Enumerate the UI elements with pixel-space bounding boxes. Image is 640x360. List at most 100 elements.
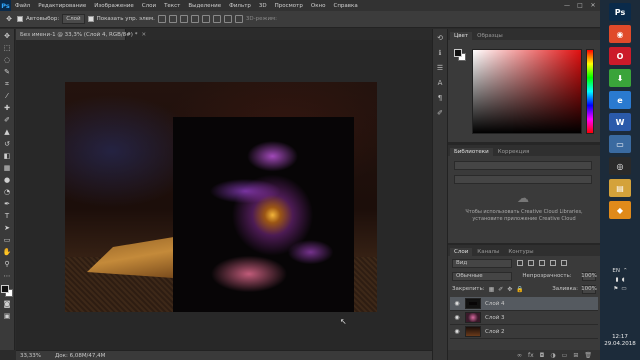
opacity-input[interactable]: 100% — [581, 271, 597, 281]
properties-icon[interactable]: ☰ — [435, 63, 445, 73]
filter-adjust-icon[interactable] — [528, 260, 534, 266]
taskbar-app-folder-icon[interactable]: ▤ — [609, 179, 631, 197]
menu-filter[interactable]: Фильтр — [225, 3, 255, 9]
tab-paths[interactable]: Контуры — [504, 248, 537, 256]
document-tab[interactable]: Без имени-1 @ 33,3% (Слой 4, RGB/8#) * ✕ — [16, 29, 146, 40]
character-icon[interactable]: A — [435, 78, 445, 88]
layer-row[interactable]: ◉ Слой 4 — [450, 297, 598, 311]
lock-paint-icon[interactable]: ✐ — [498, 286, 503, 293]
dodge-tool-icon[interactable]: ◔ — [2, 187, 12, 197]
network-icon[interactable]: ▮ — [616, 277, 619, 283]
distribute-2-icon[interactable] — [234, 15, 243, 23]
move-tool-preset-icon[interactable]: ✥ — [4, 14, 14, 24]
taskbar-app-installer-icon[interactable]: ⬇ — [609, 69, 631, 87]
menu-file[interactable]: Файл — [11, 3, 34, 9]
fx-icon[interactable]: fx — [528, 352, 534, 359]
history-icon[interactable]: ⟲ — [435, 33, 445, 43]
gradient-tool-icon[interactable]: ▦ — [2, 163, 12, 173]
menu-layers[interactable]: Слои — [138, 3, 160, 9]
color-picker-field[interactable] — [472, 49, 582, 134]
hue-slider[interactable] — [586, 49, 594, 134]
new-group-icon[interactable]: ▭ — [562, 352, 568, 359]
menu-image[interactable]: Изображение — [90, 3, 138, 9]
flag-icon[interactable]: ⚑ — [613, 286, 618, 292]
visibility-eye-icon[interactable]: ◉ — [453, 314, 461, 321]
crop-tool-icon[interactable]: ⌗ — [2, 79, 12, 89]
library-select[interactable] — [454, 161, 592, 170]
zoom-tool-icon[interactable]: ⚲ — [2, 259, 12, 269]
tab-channels[interactable]: Каналы — [473, 248, 503, 256]
tab-layers[interactable]: Слои — [450, 248, 473, 256]
brush-tool-icon[interactable]: ✐ — [2, 115, 12, 125]
menu-type[interactable]: Текст — [160, 3, 184, 9]
filter-pixel-icon[interactable] — [517, 260, 523, 266]
menu-3d[interactable]: 3D — [255, 3, 271, 9]
foreground-color[interactable] — [1, 285, 9, 293]
brushes-icon[interactable]: ✐ — [435, 108, 445, 118]
taskbar-app-ps-icon[interactable]: Ps — [609, 3, 631, 21]
type-tool-icon[interactable]: T — [2, 211, 12, 221]
fractal-light-layer[interactable] — [173, 117, 354, 312]
library-search-input[interactable] — [454, 175, 592, 184]
color-swatches[interactable] — [1, 285, 13, 297]
taskbar-app-shield-icon[interactable]: ◆ — [609, 201, 631, 219]
menu-window[interactable]: Окно — [307, 3, 330, 9]
filter-smart-icon[interactable] — [561, 260, 567, 266]
minimize-button[interactable]: — — [562, 1, 572, 9]
close-icon[interactable]: ✕ — [141, 32, 146, 38]
align-middle-icon[interactable] — [168, 15, 177, 23]
volume-icon[interactable]: ◖ — [622, 277, 625, 283]
layer-row[interactable]: ◉ Слой 2 — [450, 325, 598, 339]
close-button[interactable]: ✕ — [588, 1, 598, 9]
layer-kind-dropdown[interactable]: Вид — [452, 258, 512, 268]
add-mask-icon[interactable]: ◘ — [540, 352, 545, 359]
blur-tool-icon[interactable]: ● — [2, 175, 12, 185]
tab-adjustments[interactable]: Коррекция — [494, 148, 534, 156]
color-panel-swatches[interactable] — [454, 49, 466, 61]
filter-type-icon[interactable] — [539, 260, 545, 266]
hand-tool-icon[interactable]: ✋ — [2, 247, 12, 257]
menu-view[interactable]: Просмотр — [271, 3, 307, 9]
align-center-icon[interactable] — [201, 15, 210, 23]
move-tool-icon[interactable]: ✥ — [2, 31, 12, 41]
canvas-area[interactable]: ↖ — [16, 40, 432, 350]
menu-help[interactable]: Справка — [329, 3, 361, 9]
pen-tool-icon[interactable]: ✒ — [2, 199, 12, 209]
taskbar-app-opera-icon[interactable]: O — [609, 47, 631, 65]
quick-select-tool-icon[interactable]: ✎ — [2, 67, 12, 77]
taskbar-app-chrome-icon[interactable]: ◉ — [609, 25, 631, 43]
adjustment-layer-icon[interactable]: ◑ — [550, 352, 555, 359]
align-right-icon[interactable] — [212, 15, 221, 23]
align-left-icon[interactable] — [190, 15, 199, 23]
info-icon[interactable]: ℹ — [435, 48, 445, 58]
panel-foreground-color[interactable] — [454, 49, 462, 57]
shape-tool-icon[interactable]: ▭ — [2, 235, 12, 245]
more-tools-icon[interactable]: ⋯ — [2, 271, 12, 281]
taskbar-clock[interactable]: 12:17 29.04.2018 — [600, 334, 640, 348]
menu-select[interactable]: Выделение — [184, 3, 225, 9]
taskbar-app-ie-icon[interactable]: e — [609, 91, 631, 109]
path-select-tool-icon[interactable]: ➤ — [2, 223, 12, 233]
layer-name[interactable]: Слой 3 — [485, 315, 505, 321]
maximize-button[interactable]: □ — [575, 1, 585, 9]
layer-name[interactable]: Слой 4 — [485, 301, 505, 307]
history-brush-icon[interactable]: ↺ — [2, 139, 12, 149]
tab-color[interactable]: Цвет — [450, 32, 473, 40]
chevron-up-icon[interactable]: ⌃ — [623, 268, 628, 274]
paragraph-icon[interactable]: ¶ — [435, 93, 445, 103]
visibility-eye-icon[interactable]: ◉ — [453, 328, 461, 335]
trash-icon[interactable]: 🗑 — [584, 352, 592, 359]
tab-libraries[interactable]: Библиотеки — [450, 148, 493, 156]
eyedropper-tool-icon[interactable]: ⁄ — [2, 91, 12, 101]
lock-pixels-icon[interactable]: ▦ — [489, 286, 495, 293]
taskbar-app-word-icon[interactable]: W — [609, 113, 631, 131]
fill-input[interactable]: 100% — [581, 284, 597, 294]
lock-position-icon[interactable]: ✥ — [507, 286, 512, 293]
autoselect-checkbox[interactable] — [17, 16, 23, 22]
visibility-eye-icon[interactable]: ◉ — [453, 300, 461, 307]
lock-all-icon[interactable]: 🔒 — [516, 286, 523, 293]
align-bottom-icon[interactable] — [179, 15, 188, 23]
taskbar-app-app-icon[interactable]: ◎ — [609, 157, 631, 175]
marquee-tool-icon[interactable]: ⬚ — [2, 43, 12, 53]
language-indicator[interactable]: EN — [612, 268, 620, 274]
